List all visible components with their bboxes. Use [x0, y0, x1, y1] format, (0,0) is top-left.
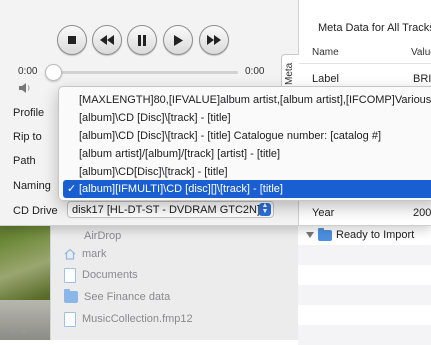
document-icon [64, 267, 76, 283]
folder-icon [64, 289, 78, 303]
cd-drive-value: disk17 [HL-DT-ST - DVDRAM GTC2N] [72, 204, 261, 216]
cd-drive-select[interactable]: disk17 [HL-DT-ST - DVDRAM GTC2N] ▲ ▼ [67, 201, 274, 218]
view-options-button[interactable]: ≡ ⌄ [10, 323, 29, 336]
naming-option[interactable]: [album artist]/[album]/[track] [artist] … [63, 145, 431, 163]
sidebar-item-documents[interactable]: Documents [64, 266, 138, 284]
play-button[interactable] [163, 25, 193, 55]
airdrop-icon [64, 230, 78, 242]
meta-row-year-name: Year [312, 207, 335, 219]
naming-option[interactable]: [album]\CD [Disc]\[track] - [title] [63, 109, 431, 127]
total-time: 0:00 [245, 66, 265, 77]
finder-row-stripe [298, 245, 431, 265]
sidebar-item-finance[interactable]: See Finance data [64, 288, 170, 306]
document-icon [64, 311, 76, 327]
elapsed-time: 0:00 [18, 66, 38, 77]
sidebar-item-label: AirDrop [84, 230, 122, 242]
meta-row-year-value[interactable]: 200 [413, 207, 431, 219]
pause-icon [138, 34, 146, 46]
naming-popup-menu: [MAXLENGTH]80,[IFVALUE]album artist,[alb… [58, 86, 431, 201]
naming-option-selected[interactable]: ✓ [album][IFMULTI]\CD [disc][]\[track] -… [63, 180, 431, 198]
sidebar-item-musiccollection[interactable]: MusicCollection.fmp12 [64, 310, 193, 328]
ready-to-import-row[interactable]: Ready to Import [306, 227, 415, 241]
finder-row-stripe [298, 325, 431, 345]
play-icon [174, 34, 183, 46]
finder-file-list [298, 225, 431, 340]
naming-option[interactable]: [album]\CD[Disc]\[track] - [title] [63, 163, 431, 181]
naming-option[interactable]: [album]\CD [Disc]\[track] - [title] Cata… [63, 127, 431, 145]
fast-forward-button[interactable] [199, 25, 229, 55]
finder-row-stripe [298, 285, 431, 305]
meta-row-label-name: Label [312, 73, 339, 85]
sidebar-item-label: MusicCollection.fmp12 [82, 313, 193, 325]
disclosure-triangle-icon[interactable] [306, 232, 314, 238]
profile-label: Profile [13, 107, 45, 119]
rewind-icon [100, 35, 114, 45]
naming-option[interactable]: [MAXLENGTH]80,[IFVALUE]album artist,[alb… [63, 91, 431, 109]
naming-label: Naming [13, 180, 51, 192]
position-slider-track[interactable] [52, 71, 238, 74]
meta-row-label-value[interactable]: BRI [413, 73, 431, 85]
position-slider-knob[interactable] [45, 64, 62, 81]
stop-icon [68, 36, 76, 44]
pause-button[interactable] [127, 25, 157, 55]
sidebar-item-label: mark [82, 248, 107, 260]
rewind-button[interactable] [92, 25, 122, 55]
home-icon [64, 248, 76, 260]
meta-tab-label: Meta [284, 62, 295, 85]
meta-data-title: Meta Data for All Tracks [318, 22, 431, 34]
path-label: Path [13, 155, 36, 167]
column-value-header[interactable]: Value [411, 47, 431, 58]
checkmark-icon: ✓ [67, 183, 77, 195]
folder-label: Ready to Import [336, 229, 415, 241]
sidebar-item-home[interactable]: mark [64, 245, 106, 263]
meta-table-header: Name Value [298, 43, 431, 64]
stop-button[interactable] [57, 25, 87, 55]
folder-icon [318, 227, 332, 241]
sidebar-item-label: Documents [82, 269, 138, 281]
fast-forward-icon [207, 35, 221, 45]
volume-icon[interactable] [18, 82, 34, 94]
naming-option-label: [album][IFMULTI]\CD [disc][]\[track] - [… [79, 183, 283, 195]
select-stepper-icon: ▲ ▼ [259, 202, 271, 216]
column-name-header[interactable]: Name [312, 47, 339, 58]
sidebar-item-airdrop[interactable]: AirDrop [64, 227, 121, 245]
sidebar-item-label: See Finance data [84, 291, 171, 303]
cd-drive-label: CD Drive [13, 205, 58, 217]
rip-to-label: Rip to [13, 131, 42, 143]
